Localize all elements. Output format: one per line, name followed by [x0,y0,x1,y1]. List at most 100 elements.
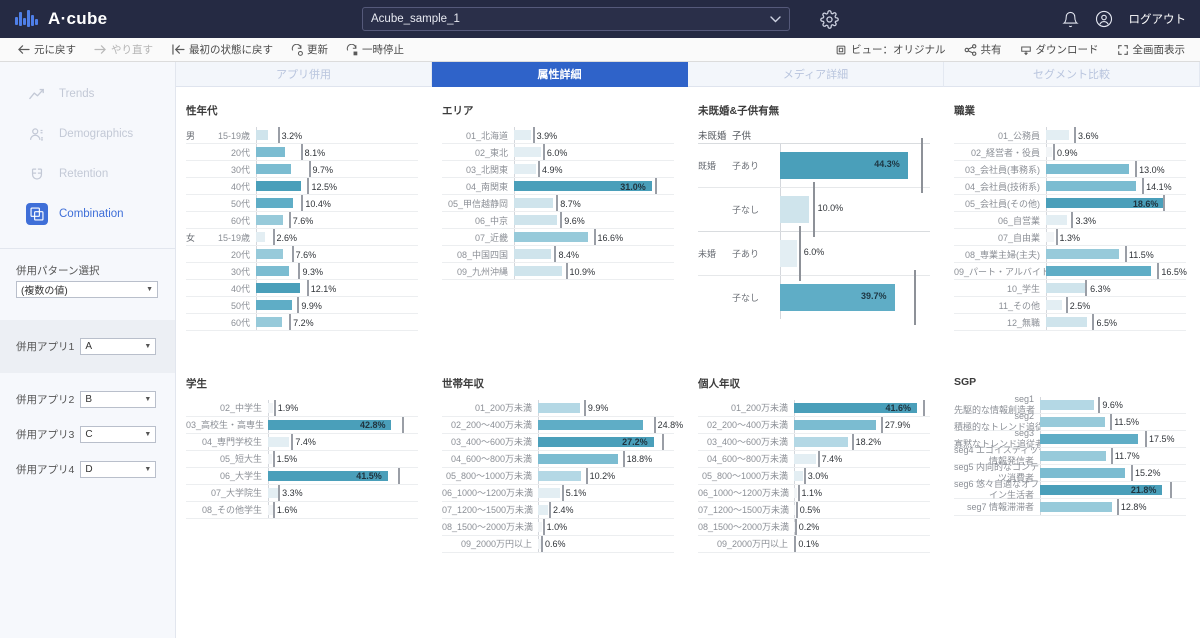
chart-bar[interactable] [514,198,553,208]
chart-bar[interactable] [256,300,292,310]
sidebar-item-trends[interactable]: Trends [0,74,175,114]
chart-bar[interactable] [256,266,290,276]
chart-bar[interactable] [1040,501,1112,512]
chart-bar[interactable] [794,453,816,464]
tab-segment-compare[interactable]: セグメント比較 [944,62,1200,87]
redo-button[interactable]: やり直す [85,42,162,57]
chart-bar[interactable] [1040,416,1105,427]
refresh-button[interactable]: 更新 [282,42,337,57]
chart-bar[interactable] [780,196,809,223]
chart-row-label: 07_1200〜1500万未満 [698,505,790,515]
chart-row-plot: 11.5% [1046,246,1186,262]
settings-button[interactable] [820,9,839,29]
chart-row-label: 60代 [230,317,250,328]
chart-bar[interactable] [256,283,300,293]
chart-bar[interactable] [514,164,536,174]
sidebar-item-combination[interactable]: Combination [0,194,175,234]
chart-row: 05_800〜1000万未満 10.2% [442,467,674,485]
chart-bar[interactable] [268,436,290,447]
chart-bar[interactable] [514,215,557,225]
chart-row-plot: 7.2% [256,314,418,330]
chart-row-plot: 6.0% [514,144,674,160]
chart-value-label: 18.8% [626,454,653,464]
chart-bar[interactable] [1046,232,1055,242]
download-button[interactable]: ダウンロード [1011,42,1108,57]
chart-bar[interactable] [514,249,552,259]
fullscreen-button[interactable]: 全画面表示 [1108,42,1195,57]
chart-row: 04_会社員(技術系) 14.1% [954,178,1186,195]
chart-bar[interactable] [256,215,284,225]
chart-bar[interactable] [538,487,560,498]
app-select-3[interactable]: C ▼ [80,426,157,443]
chart-bar[interactable] [256,232,266,242]
pattern-select[interactable]: (複数の値) ▼ [16,281,158,298]
chart-bar[interactable] [1046,317,1088,327]
chart-value-label: 1.0% [546,522,568,532]
chart-bar[interactable] [1046,283,1087,293]
chart-row-plot: 10.4% [256,195,418,211]
chart-bar[interactable] [538,453,618,464]
chart-bar[interactable] [538,521,543,532]
chart-reference-marker [278,484,281,501]
chart-reference-marker [798,226,801,281]
chart-bar[interactable] [538,470,582,481]
chart-bar[interactable] [794,470,803,481]
chart-bar[interactable] [256,249,284,259]
chart-bar[interactable] [1046,266,1151,276]
chart-value-label: 13.0% [1139,164,1165,175]
chart-bar[interactable] [794,419,877,430]
tab-attribute-detail[interactable]: 属性詳細 [432,62,688,87]
chart-bar[interactable] [1046,300,1062,310]
chart-value-label: 6.3% [1090,283,1111,294]
chart-bar[interactable] [1040,433,1139,444]
chart-bar[interactable] [794,436,848,447]
chart-bar[interactable] [256,130,268,140]
chart-bar[interactable] [1046,215,1067,225]
sidebar-item-demographics[interactable]: Demographics [0,114,175,154]
chart-bar[interactable] [1040,450,1106,461]
undo-button[interactable]: 元に戻す [8,42,85,57]
chart-row: 06_1000〜1200万未満 1.1% [698,484,930,502]
chart-bar[interactable] [256,198,294,208]
chart-bar[interactable] [780,240,798,267]
chart-bar[interactable] [1046,164,1129,174]
chart-bar[interactable] [256,164,291,174]
chart-bar[interactable] [514,266,563,276]
tab-app-combination[interactable]: アプリ併用 [176,62,432,87]
chart-bar[interactable] [1046,130,1069,140]
chart-bar[interactable] [538,402,581,413]
chart-row-label: 06_大学生 [219,471,262,481]
chart-row-plot: 16.6% [514,229,674,245]
sidebar-item-retention[interactable]: Retention [0,154,175,194]
chart-bar[interactable] [1046,147,1052,157]
app-select-2[interactable]: B ▼ [80,391,157,408]
chart-bar[interactable] [514,130,532,140]
share-button[interactable]: 共有 [955,42,1011,57]
chart-bar[interactable] [256,181,301,191]
logout-button[interactable]: ログアウト [1129,11,1187,27]
chart-bar[interactable] [538,504,549,515]
tab-media-detail[interactable]: メディア詳細 [688,62,944,87]
app-select-4[interactable]: D ▼ [80,461,157,478]
chart-bar[interactable] [514,147,541,157]
chart-bar[interactable] [268,487,278,498]
file-select[interactable]: Acube_sample_1 [362,7,790,31]
app-select-1[interactable]: A ▼ [80,338,157,355]
chart-bar[interactable] [1046,181,1136,191]
chart-bar[interactable] [256,317,282,327]
chart-personal-income: 01_200万未満 41.6% 02_200〜400万未満 27.9% 03_400〜6… [698,399,930,553]
notifications-bell-icon[interactable] [1061,11,1079,28]
chart-bar[interactable] [1040,467,1126,478]
chart-row-label: 30代 [230,164,250,175]
chart-bar[interactable] [1046,249,1120,259]
pause-button[interactable]: 一時停止 [337,42,413,57]
chart-bar[interactable] [514,232,588,242]
view-button[interactable]: ビュー：オリジナル [826,42,955,57]
chart-bar[interactable] [1040,399,1094,410]
chart-bar[interactable] [268,402,274,413]
user-avatar-icon[interactable] [1095,10,1113,28]
chart-bar[interactable] [538,419,644,430]
panel-sgp: SGP seg1先駆的な情報創造者9.6%seg2積極的なトレンド追従者11.5%… [944,366,1200,638]
reset-button[interactable]: 最初の状態に戻す [162,42,282,57]
chart-bar[interactable] [256,147,286,157]
